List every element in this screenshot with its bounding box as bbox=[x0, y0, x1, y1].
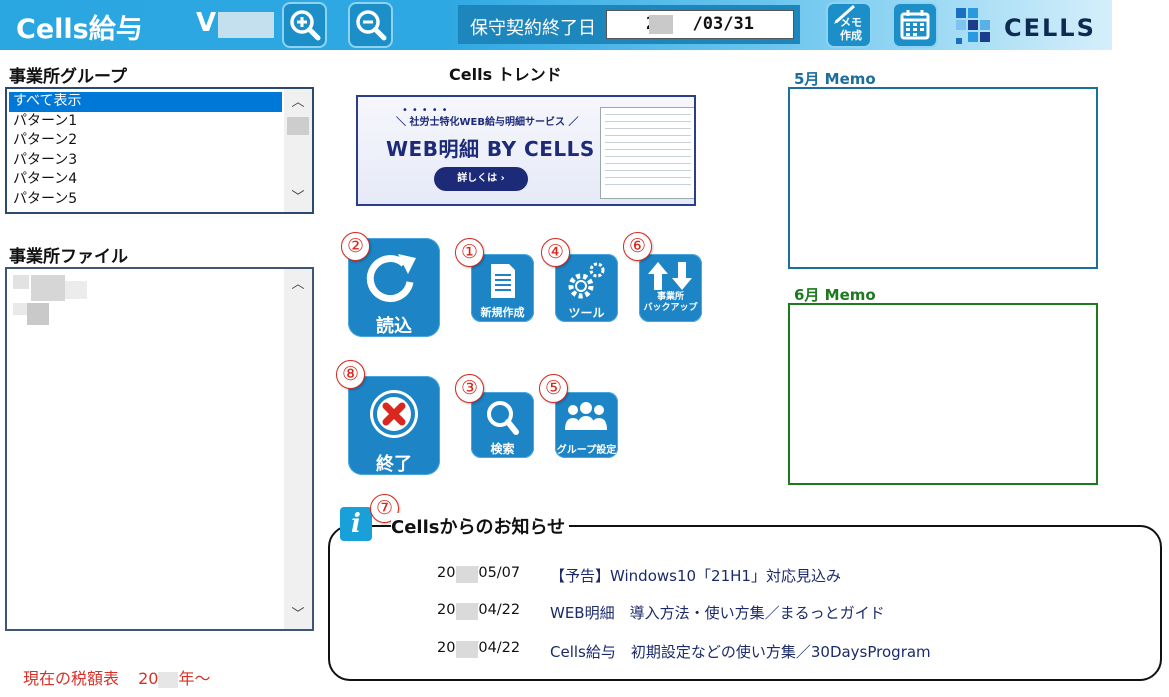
zoom-in-button[interactable] bbox=[282, 2, 327, 48]
trend-title: Cells トレンド bbox=[449, 65, 562, 84]
search-icon bbox=[487, 401, 519, 435]
date-redacted bbox=[456, 641, 478, 658]
backup-label-1: 事業所 bbox=[656, 292, 684, 302]
date-redacted bbox=[456, 603, 478, 620]
june-memo-title: 6月 Memo bbox=[794, 286, 876, 304]
backup-label: 事業所 バックアップ bbox=[639, 292, 702, 314]
may-memo-area[interactable] bbox=[788, 87, 1098, 269]
group-item[interactable]: パターン3 bbox=[9, 151, 282, 171]
info-icon: i bbox=[340, 507, 372, 541]
badge-3: ③ bbox=[455, 374, 484, 403]
read-label: 読込 bbox=[376, 316, 412, 337]
scroll-up-icon[interactable]: ︿ bbox=[284, 93, 312, 113]
app-title: Cells給与 bbox=[16, 14, 143, 45]
banner-subtitle: ＼ 社労士特化WEB給与明細サービス ／ bbox=[396, 117, 579, 128]
payslip-image bbox=[600, 107, 694, 199]
may-memo-title: 5月 Memo bbox=[794, 70, 876, 88]
backup-label-2: バックアップ bbox=[643, 303, 698, 313]
group-settings-button[interactable]: グループ設定 bbox=[555, 392, 618, 458]
june-memo-area[interactable] bbox=[788, 303, 1098, 485]
search-button[interactable]: 検索 bbox=[471, 392, 534, 458]
file-scrollbar[interactable]: ︿ ﹀ bbox=[284, 269, 312, 629]
header-bar: Cells給与 V 保守契約終了日 20/03/31 bbox=[0, 0, 1112, 50]
zoom-out-icon bbox=[355, 10, 386, 41]
date-redacted bbox=[649, 15, 673, 34]
group-settings-label: グループ設定 bbox=[556, 445, 617, 456]
backup-button[interactable]: 事業所 バックアップ bbox=[639, 254, 702, 322]
tax-year-redacted bbox=[158, 671, 179, 688]
search-label: 検索 bbox=[490, 442, 515, 456]
version-label: V bbox=[196, 8, 217, 38]
calendar-button[interactable] bbox=[892, 2, 938, 48]
memo-button-label-1: メモ bbox=[840, 16, 862, 29]
contract-end-date: 20/03/31 bbox=[606, 10, 794, 39]
exit-button[interactable]: 終了 bbox=[348, 376, 440, 475]
group-listbox[interactable]: すべて表示 パターン1 パターン2 パターン3 パターン4 パターン5 ︿ ﹀ bbox=[5, 87, 314, 214]
group-scrollbar[interactable]: ︿ ﹀ bbox=[284, 89, 312, 212]
news-link[interactable]: 【予告】Windows10「21H1」対応見込み bbox=[550, 565, 841, 586]
badge-4: ④ bbox=[541, 238, 570, 267]
group-label: 事業所グループ bbox=[9, 67, 127, 87]
news-link[interactable]: Cells給与 初期設定などの使い方集／30DaysProgram bbox=[550, 641, 931, 662]
file-listbox[interactable]: ︿ ﹀ bbox=[5, 267, 314, 631]
exit-label: 終了 bbox=[376, 454, 412, 475]
users-icon bbox=[565, 402, 607, 430]
contract-label: 保守契約終了日 bbox=[470, 18, 596, 39]
news-date: 20/04/22 bbox=[437, 640, 521, 656]
scroll-up-icon[interactable]: ︿ bbox=[284, 275, 312, 295]
file-item-redacted[interactable] bbox=[13, 275, 87, 325]
group-item[interactable]: パターン5 bbox=[9, 190, 282, 210]
logo-text: CELLS bbox=[1004, 14, 1096, 42]
close-icon bbox=[370, 390, 418, 438]
web-meisai-banner[interactable]: ••••• ＼ 社労士特化WEB給与明細サービス ／ WEB明細 BY CELL… bbox=[356, 95, 696, 206]
group-item[interactable]: パターン1 bbox=[9, 112, 282, 132]
banner-details-button[interactable]: 詳しくは › bbox=[434, 167, 528, 191]
badge-6: ⑥ bbox=[623, 232, 652, 261]
zoom-in-icon bbox=[289, 10, 320, 41]
news-date: 20/04/22 bbox=[437, 602, 521, 618]
group-item[interactable]: パターン2 bbox=[9, 131, 282, 151]
scroll-down-icon[interactable]: ﹀ bbox=[284, 605, 312, 625]
news-link[interactable]: WEB明細 導入方法・使い方集／まるっとガイド bbox=[550, 602, 885, 623]
banner-title: WEB明細 BY CELLS bbox=[386, 137, 595, 161]
calendar-icon bbox=[900, 10, 930, 40]
file-label: 事業所ファイル bbox=[9, 247, 128, 267]
version-redacted bbox=[218, 12, 274, 38]
group-item[interactable]: パターン4 bbox=[9, 170, 282, 190]
news-date: 20/05/07 bbox=[437, 565, 521, 581]
memo-button-label-2: 作成 bbox=[840, 29, 862, 42]
new-label: 新規作成 bbox=[480, 306, 525, 319]
tool-button[interactable]: ツール bbox=[555, 254, 618, 322]
group-list: すべて表示 パターン1 パターン2 パターン3 パターン4 パターン5 bbox=[9, 92, 282, 210]
gear-icon bbox=[568, 262, 605, 299]
badge-1: ① bbox=[455, 238, 484, 267]
badge-5: ⑤ bbox=[539, 374, 568, 403]
app-window: { "header": { "app_title": "Cells給与", "v… bbox=[0, 0, 1169, 697]
group-item-all[interactable]: すべて表示 bbox=[9, 92, 282, 112]
document-icon bbox=[491, 264, 515, 298]
contract-panel: 保守契約終了日 20/03/31 bbox=[458, 5, 800, 44]
scroll-thumb[interactable] bbox=[287, 117, 309, 135]
news-title: Cellsからのお知らせ bbox=[391, 513, 570, 539]
scroll-down-icon[interactable]: ﹀ bbox=[284, 188, 312, 208]
zoom-out-button[interactable] bbox=[348, 2, 393, 48]
tax-label-text: 現在の税額表 bbox=[23, 669, 120, 688]
memo-create-button[interactable]: メモ 作成 bbox=[826, 2, 872, 48]
badge-2: ② bbox=[341, 232, 370, 261]
contract-date-suffix: /03/31 bbox=[692, 14, 754, 34]
tax-year-suffix: 年～ bbox=[178, 669, 211, 688]
tax-year-prefix: 20 bbox=[138, 669, 159, 688]
new-file-button[interactable]: 新規作成 bbox=[471, 254, 534, 322]
badge-8: ⑧ bbox=[336, 360, 365, 389]
tax-table-label: 現在の税額表 20 年～ bbox=[23, 665, 210, 689]
tool-label: ツール bbox=[568, 306, 605, 320]
date-redacted bbox=[456, 566, 478, 583]
